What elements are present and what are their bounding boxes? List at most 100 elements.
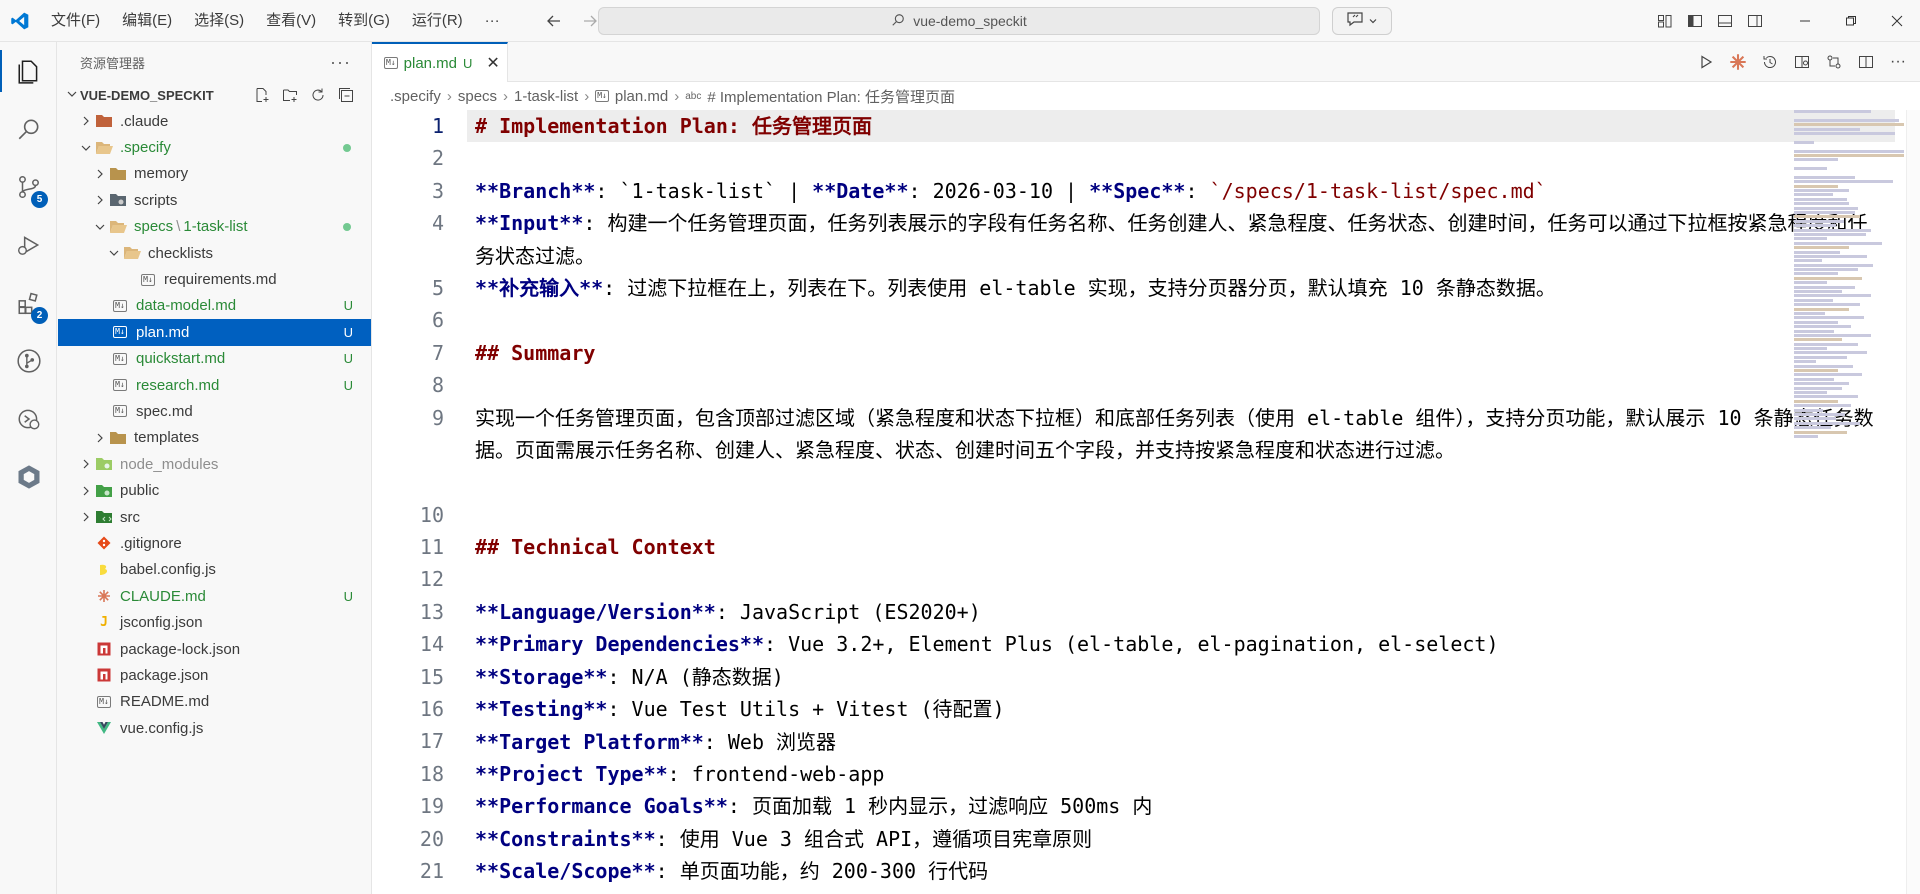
- minimize-icon[interactable]: [1782, 0, 1828, 42]
- line-number: [372, 240, 444, 272]
- minimap-line: [1794, 118, 1899, 122]
- tree-label: babel.config.js: [120, 561, 216, 579]
- copilot-chat-button[interactable]: [1332, 7, 1392, 35]
- minimap-line: [1794, 197, 1847, 201]
- search-activity-icon[interactable]: [0, 100, 57, 158]
- menu-more[interactable]: ···: [474, 0, 511, 42]
- minimap-line: [1794, 294, 1871, 298]
- minimap-line: [1794, 421, 1860, 425]
- toggle-primary-sidebar-icon[interactable]: [1680, 0, 1710, 42]
- tree-item-scripts[interactable]: scripts: [58, 187, 371, 213]
- collapse-all-icon[interactable]: [335, 84, 357, 106]
- tree-item-quickstart[interactable]: M↓ quickstart.md U: [58, 346, 371, 372]
- tree-item-package-json[interactable]: package.json: [58, 662, 371, 688]
- toggle-secondary-sidebar-icon[interactable]: [1740, 0, 1770, 42]
- remote-explorer-icon[interactable]: [0, 390, 57, 448]
- chevron-right-icon: [92, 192, 108, 208]
- tree-item-spec[interactable]: M↓ spec.md: [58, 398, 371, 424]
- source-control-icon[interactable]: 5: [0, 158, 57, 216]
- breadcrumb-item[interactable]: plan.md: [615, 88, 668, 105]
- customize-layout-icon[interactable]: [1650, 0, 1680, 42]
- menu-run[interactable]: 运行(R): [401, 0, 474, 42]
- tree-item-public[interactable]: public: [58, 477, 371, 503]
- tab-plan-md[interactable]: M↓ plan.md U ✕: [372, 42, 508, 82]
- run-icon[interactable]: [1694, 50, 1718, 74]
- split-editor-icon[interactable]: [1854, 50, 1878, 74]
- tree-item-gitignore[interactable]: .gitignore: [58, 530, 371, 556]
- minimap[interactable]: [1794, 110, 1904, 550]
- tree-item-package-lock[interactable]: package-lock.json: [58, 636, 371, 662]
- minimap-line: [1794, 149, 1904, 153]
- tree-label: quickstart.md: [136, 350, 226, 368]
- open-preview-icon[interactable]: [1790, 50, 1814, 74]
- tree-item-claude-md[interactable]: CLAUDE.md U: [58, 583, 371, 609]
- toggle-panel-icon[interactable]: [1710, 0, 1740, 42]
- menu-edit[interactable]: 编辑(E): [111, 0, 183, 42]
- breadcrumb-item[interactable]: specs: [458, 88, 497, 105]
- new-file-icon[interactable]: [251, 84, 273, 106]
- tree-item-vue-config[interactable]: vue.config.js: [58, 715, 371, 741]
- minimap-line: [1794, 426, 1832, 430]
- tree-item-memory[interactable]: memory: [58, 161, 371, 187]
- git-graph-icon[interactable]: [0, 332, 57, 390]
- menu-view[interactable]: 查看(V): [255, 0, 327, 42]
- minimap-line: [1794, 290, 1843, 294]
- explorer-more-button[interactable]: ···: [330, 52, 351, 73]
- cube-extension-icon[interactable]: [0, 448, 57, 506]
- chevron-down-icon: [1368, 13, 1378, 30]
- minimap-line: [1794, 219, 1844, 223]
- code-content[interactable]: # Implementation Plan: 任务管理页面 **Branch**…: [467, 110, 1895, 888]
- tree-item-babel-config[interactable]: babel.config.js: [58, 557, 371, 583]
- command-center-search[interactable]: vue-demo_speckit: [598, 7, 1320, 35]
- new-folder-icon[interactable]: [279, 84, 301, 106]
- md-text: : N/A (静态数据): [607, 664, 784, 689]
- tree-item-claude[interactable]: .claude: [58, 108, 371, 134]
- code-editor[interactable]: 1 2 3 4 5 6 7 8 9 10 11 12 13 14 15 16 1…: [372, 110, 1920, 894]
- code-line-17: **Target Platform**: Web 浏览器: [475, 726, 1885, 758]
- claude-code-icon[interactable]: [1726, 50, 1750, 74]
- code-line-13: **Language/Version**: JavaScript (ES2020…: [475, 596, 1885, 628]
- menu-go[interactable]: 转到(G): [327, 0, 401, 42]
- tree-item-readme[interactable]: M↓ README.md: [58, 689, 371, 715]
- tree-label-2: 1-task-list: [183, 218, 248, 236]
- tree-item-jsconfig[interactable]: J jsconfig.json: [58, 609, 371, 635]
- breadcrumb-item[interactable]: 1-task-list: [514, 88, 578, 105]
- md-text: : 单页面功能，约 200-300 行代码: [655, 859, 989, 884]
- extensions-icon[interactable]: 2: [0, 274, 57, 332]
- restore-icon[interactable]: [1828, 0, 1874, 42]
- tree-item-checklists[interactable]: checklists: [58, 240, 371, 266]
- close-window-icon[interactable]: [1874, 0, 1920, 42]
- tree-item-research[interactable]: M↓ research.md U: [58, 372, 371, 398]
- explorer-sidebar: 资源管理器 ··· VUE-DEMO_SPECKIT .claude .spec…: [58, 42, 372, 894]
- tree-item-plan[interactable]: M↓ plan.md U: [58, 319, 371, 346]
- minimap-line: [1794, 193, 1833, 197]
- back-arrow-icon[interactable]: [541, 8, 567, 34]
- tree-item-src[interactable]: src: [58, 504, 371, 530]
- project-root[interactable]: VUE-DEMO_SPECKIT: [58, 82, 371, 108]
- run-debug-icon[interactable]: [0, 216, 57, 274]
- breadcrumb-item[interactable]: # Implementation Plan: 任务管理页面: [707, 86, 955, 107]
- explorer-icon[interactable]: [0, 42, 57, 100]
- compare-changes-icon[interactable]: [1822, 50, 1846, 74]
- minimap-line: [1794, 316, 1865, 320]
- tree-item-requirements[interactable]: M↓ requirements.md: [58, 266, 371, 292]
- menu-selection[interactable]: 选择(S): [183, 0, 255, 42]
- close-tab-button[interactable]: ✕: [486, 53, 499, 73]
- minimap-line: [1794, 364, 1854, 368]
- timeline-icon[interactable]: [1758, 50, 1782, 74]
- md-bold: **Language/Version**: [475, 599, 716, 624]
- tree-item-specs[interactable]: specs \ 1-task-list: [58, 214, 371, 240]
- markdown-icon: M↓: [113, 326, 127, 339]
- tree-item-templates[interactable]: templates: [58, 425, 371, 451]
- vertical-scrollbar[interactable]: [1906, 110, 1920, 894]
- tree-item-specify[interactable]: .specify: [58, 134, 371, 160]
- tree-item-node-modules[interactable]: node_modules: [58, 451, 371, 477]
- more-actions-icon[interactable]: ···: [1886, 50, 1910, 74]
- minimap-line: [1794, 272, 1838, 276]
- chevron-right-icon: ›: [674, 87, 680, 105]
- breadcrumb-item[interactable]: .specify: [390, 88, 441, 105]
- minimap-line: [1794, 127, 1860, 131]
- menu-file[interactable]: 文件(F): [40, 0, 111, 42]
- tree-item-data-model[interactable]: M↓ data-model.md U: [58, 293, 371, 319]
- refresh-icon[interactable]: [307, 84, 329, 106]
